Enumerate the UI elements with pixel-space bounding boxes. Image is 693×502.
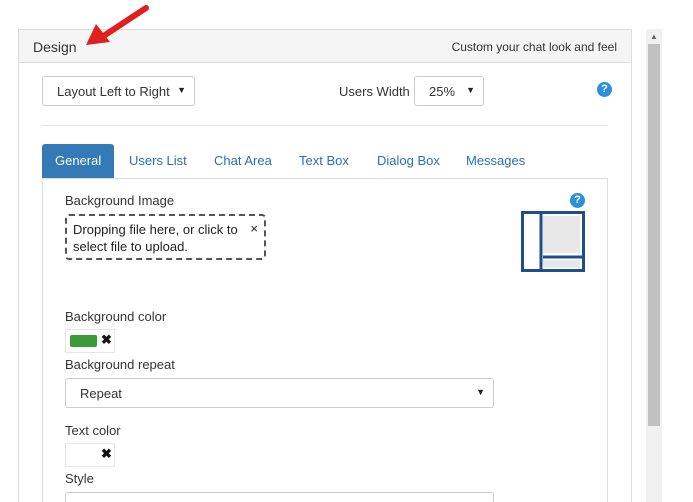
help-icon[interactable]: ?: [597, 82, 612, 97]
tab-messages[interactable]: Messages: [466, 144, 525, 178]
panel-title: Design: [33, 39, 77, 55]
layout-preview-icon: [524, 214, 582, 269]
scroll-up-icon[interactable]: ▲: [646, 29, 662, 44]
layout-preview-thumbnail: [521, 211, 585, 272]
bg-color-swatch[interactable]: [70, 335, 97, 347]
style-select[interactable]: [65, 492, 494, 502]
chevron-down-icon: ▼: [177, 85, 186, 95]
red-arrow-icon: [86, 5, 149, 45]
tab-general[interactable]: General: [42, 144, 115, 178]
text-color-swatch[interactable]: [70, 449, 97, 461]
text-color-picker[interactable]: ✖: [65, 443, 115, 467]
bg-color-label: Background color: [65, 309, 167, 324]
file-dropzone[interactable]: Dropping file here, or click to select f…: [65, 214, 266, 260]
scrollbar[interactable]: ▲: [646, 29, 662, 502]
tab-dialog-box[interactable]: Dialog Box: [377, 144, 440, 178]
tab-text-box[interactable]: Text Box: [299, 144, 349, 178]
tab-chat-area[interactable]: Chat Area: [214, 144, 272, 178]
layout-select-value: Layout Left to Right: [57, 84, 170, 99]
text-color-label: Text color: [65, 423, 121, 438]
tab-users-list[interactable]: Users List: [129, 144, 187, 178]
users-width-label: Users Width: [339, 84, 410, 99]
bg-repeat-value: Repeat: [80, 386, 122, 401]
chevron-down-icon: ▼: [476, 387, 485, 397]
chevron-down-icon: ▼: [466, 85, 475, 95]
divider: [42, 125, 608, 126]
close-icon[interactable]: ×: [250, 221, 258, 236]
bg-color-picker[interactable]: ✖: [65, 329, 115, 353]
scrollbar-thumb[interactable]: [648, 44, 660, 426]
users-width-value: 25%: [429, 84, 456, 99]
close-icon[interactable]: ✖: [101, 332, 112, 348]
layout-select[interactable]: Layout Left to Right ▼: [42, 76, 195, 106]
bg-repeat-select[interactable]: Repeat ▼: [65, 378, 494, 408]
style-label: Style: [65, 471, 94, 486]
close-icon[interactable]: ✖: [101, 446, 112, 462]
bg-repeat-label: Background repeat: [65, 357, 175, 372]
panel-subtitle: Custom your chat look and feel: [451, 40, 617, 54]
users-width-select[interactable]: 25% ▼: [414, 76, 484, 106]
dropzone-text: Dropping file here, or click to select f…: [73, 222, 238, 254]
help-icon[interactable]: ?: [570, 193, 585, 208]
bg-image-label: Background Image: [65, 193, 175, 208]
